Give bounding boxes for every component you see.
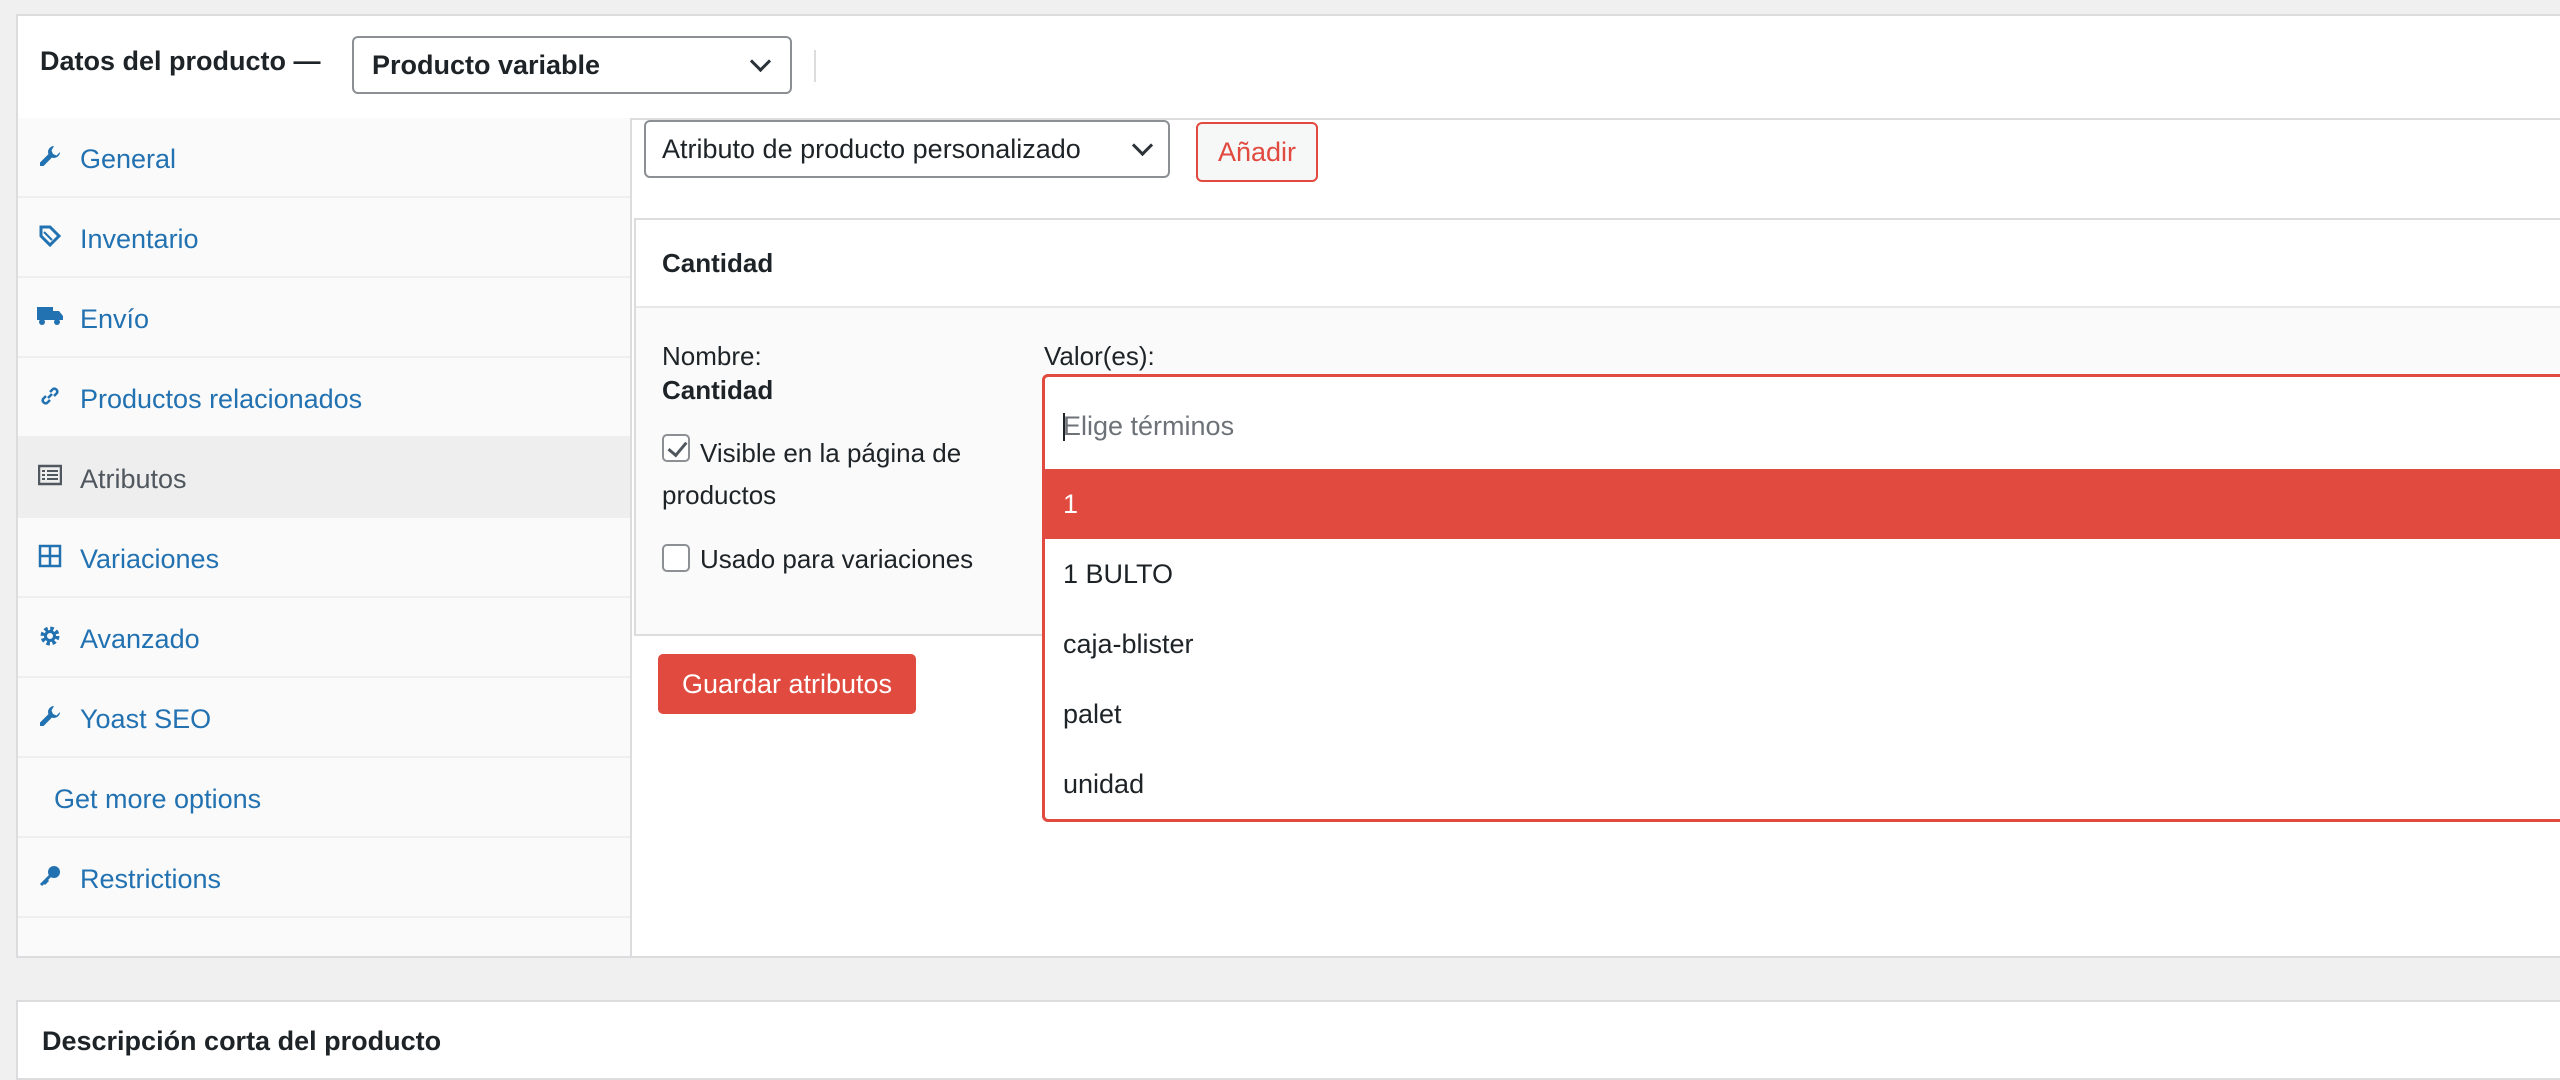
visible-on-product-page-label: Visible en la página de xyxy=(700,438,962,468)
short-description-title: Descripción corta del producto xyxy=(42,1026,442,1056)
attribute-name-value: Cantidad xyxy=(662,375,774,405)
terms-dropdown[interactable]: Elige términos 1 1 BULTO caja-blister pa… xyxy=(1042,374,2560,822)
tab-general[interactable]: General xyxy=(18,118,630,198)
product-data-title: Datos del producto — xyxy=(40,46,321,76)
chevron-down-icon xyxy=(749,50,772,73)
tab-label: Avanzado xyxy=(80,624,200,654)
tab-label: Yoast SEO xyxy=(80,704,212,734)
tab-linked-products[interactable]: Productos relacionados xyxy=(18,358,630,438)
tab-label: Variaciones xyxy=(80,544,220,574)
gear-icon xyxy=(36,624,64,652)
used-for-variations-checkbox[interactable] xyxy=(662,544,690,572)
attribute-values-label: Valor(es): xyxy=(1044,341,1155,371)
tab-variations[interactable]: Variaciones xyxy=(18,518,630,598)
tab-label: Envío xyxy=(80,304,150,334)
chevron-down-icon xyxy=(1131,134,1154,157)
tab-get-more-options[interactable]: Get more options xyxy=(18,758,630,838)
save-attributes-button[interactable]: Guardar atributos xyxy=(658,654,916,714)
grid-icon xyxy=(36,544,64,572)
header-divider xyxy=(814,50,816,82)
attribute-name-label: Nombre: xyxy=(662,341,762,371)
attribute-type-select[interactable]: Atributo de producto personalizado xyxy=(644,120,1170,178)
tab-yoast-seo[interactable]: Yoast SEO xyxy=(18,678,630,758)
terms-search-placeholder: Elige términos xyxy=(1063,411,1235,441)
tab-advanced[interactable]: Avanzado xyxy=(18,598,630,678)
tab-label: Inventario xyxy=(80,224,199,254)
tab-label: Productos relacionados xyxy=(80,384,363,414)
tab-shipping[interactable]: Envío xyxy=(18,278,630,358)
link-icon xyxy=(36,384,64,412)
dropdown-option[interactable]: 1 BULTO xyxy=(1045,539,2560,609)
text-caret xyxy=(1063,413,1065,441)
wrench-icon xyxy=(36,704,64,732)
tab-label: Restrictions xyxy=(80,864,222,894)
tab-label: General xyxy=(80,144,177,174)
attribute-title: Cantidad xyxy=(662,248,774,278)
attribute-panel-header[interactable]: Cantidad xyxy=(636,220,2560,308)
short-description-box: Descripción corta del producto xyxy=(16,1000,2560,1080)
terms-search-input[interactable]: Elige términos xyxy=(1045,377,2560,469)
product-type-select[interactable]: Producto variable xyxy=(352,36,792,94)
dropdown-option[interactable]: palet xyxy=(1045,679,2560,749)
attribute-type-value: Atributo de producto personalizado xyxy=(662,134,1081,164)
tag-icon xyxy=(36,224,64,252)
truck-icon xyxy=(36,304,64,332)
tab-label: Atributos xyxy=(80,464,187,494)
list-icon xyxy=(36,464,64,492)
product-data-header: Datos del producto — Producto variable xyxy=(18,16,2560,120)
dropdown-option[interactable]: caja-blister xyxy=(1045,609,2560,679)
product-type-value: Producto variable xyxy=(372,50,601,80)
add-attribute-button[interactable]: Añadir xyxy=(1196,122,1318,182)
tab-restrictions[interactable]: Restrictions xyxy=(18,838,630,918)
wrench-icon xyxy=(36,144,64,172)
visible-on-product-page-label-line2: productos xyxy=(662,480,777,510)
product-data-tabs: General Inventario Envío Productos relac… xyxy=(18,118,632,956)
tab-attributes[interactable]: Atributos xyxy=(18,438,630,518)
used-for-variations-label: Usado para variaciones xyxy=(700,544,974,574)
dropdown-option[interactable]: 1 xyxy=(1045,469,2560,539)
tab-inventory[interactable]: Inventario xyxy=(18,198,630,278)
key-icon xyxy=(36,864,64,892)
dropdown-option[interactable]: unidad xyxy=(1045,749,2560,819)
visible-on-product-page-checkbox[interactable] xyxy=(662,434,690,462)
tab-label: Get more options xyxy=(54,784,262,814)
